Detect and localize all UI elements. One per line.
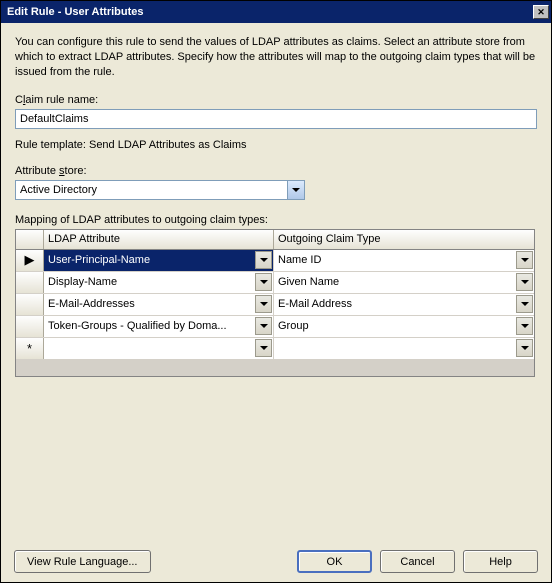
claim-rule-name-input[interactable]	[15, 109, 537, 129]
grid-header-rowselector	[16, 230, 44, 249]
chevron-down-icon[interactable]	[516, 339, 533, 357]
grid-footer	[16, 360, 534, 376]
outgoing-claim-cell[interactable]	[274, 338, 534, 359]
intro-text: You can configure this rule to send the …	[15, 35, 537, 80]
chevron-down-icon[interactable]	[516, 317, 533, 335]
ldap-attribute-cell[interactable]: E-Mail-Addresses	[44, 294, 274, 315]
table-row: *	[16, 338, 534, 360]
outgoing-claim-cell[interactable]: E-Mail Address	[274, 294, 534, 315]
outgoing-claim-cell[interactable]: Given Name	[274, 272, 534, 293]
view-rule-language-button[interactable]: View Rule Language...	[14, 550, 151, 573]
table-row: Display-Name Given Name	[16, 272, 534, 294]
row-marker	[16, 294, 44, 315]
grid-header: LDAP Attribute Outgoing Claim Type	[16, 230, 534, 250]
help-button[interactable]: Help	[463, 550, 538, 573]
row-marker	[16, 272, 44, 293]
ldap-attribute-cell[interactable]: User-Principal-Name	[44, 250, 274, 271]
outgoing-claim-value: Given Name	[274, 276, 516, 288]
attribute-store-label: Attribute store:	[15, 165, 537, 177]
outgoing-claim-cell[interactable]: Name ID	[274, 250, 534, 271]
cancel-button[interactable]: Cancel	[380, 550, 455, 573]
chevron-down-icon[interactable]	[516, 251, 533, 269]
claim-rule-name-label: Claim rule name:	[15, 94, 537, 106]
outgoing-claim-cell[interactable]: Group	[274, 316, 534, 337]
chevron-down-icon[interactable]	[255, 251, 272, 269]
rule-template-text: Rule template: Send LDAP Attributes as C…	[15, 139, 537, 151]
mapping-grid: LDAP Attribute Outgoing Claim Type ▶User…	[15, 229, 535, 377]
chevron-down-icon[interactable]	[255, 273, 272, 291]
table-row: Token-Groups - Qualified by Doma... Group	[16, 316, 534, 338]
outgoing-claim-value: Name ID	[274, 254, 516, 266]
attribute-store-value: Active Directory	[16, 184, 287, 196]
row-marker	[16, 316, 44, 337]
chevron-down-icon[interactable]	[287, 181, 304, 199]
chevron-down-icon[interactable]	[516, 273, 533, 291]
outgoing-claim-value: E-Mail Address	[274, 298, 516, 310]
ldap-attribute-value: E-Mail-Addresses	[44, 298, 255, 310]
attribute-store-select[interactable]: Active Directory	[15, 180, 305, 200]
ldap-attribute-value: Display-Name	[44, 276, 255, 288]
chevron-down-icon[interactable]	[516, 295, 533, 313]
window-title: Edit Rule - User Attributes	[7, 6, 533, 18]
ldap-attribute-value: User-Principal-Name	[44, 254, 255, 266]
chevron-down-icon[interactable]	[255, 339, 272, 357]
mapping-label: Mapping of LDAP attributes to outgoing c…	[15, 214, 537, 226]
table-row: E-Mail-Addresses E-Mail Address	[16, 294, 534, 316]
chevron-down-icon[interactable]	[255, 295, 272, 313]
outgoing-claim-value: Group	[274, 320, 516, 332]
ok-button[interactable]: OK	[297, 550, 372, 573]
chevron-down-icon[interactable]	[255, 317, 272, 335]
ldap-attribute-value: Token-Groups - Qualified by Doma...	[44, 320, 255, 332]
titlebar: Edit Rule - User Attributes ✕	[1, 1, 551, 23]
ldap-attribute-cell[interactable]: Display-Name	[44, 272, 274, 293]
row-marker: *	[16, 338, 44, 359]
ldap-attribute-cell[interactable]	[44, 338, 274, 359]
grid-header-ldap: LDAP Attribute	[44, 230, 274, 249]
ldap-attribute-cell[interactable]: Token-Groups - Qualified by Doma...	[44, 316, 274, 337]
row-marker: ▶	[16, 250, 44, 271]
table-row: ▶User-Principal-Name Name ID	[16, 250, 534, 272]
grid-header-claim: Outgoing Claim Type	[274, 230, 534, 249]
close-icon[interactable]: ✕	[533, 5, 549, 19]
